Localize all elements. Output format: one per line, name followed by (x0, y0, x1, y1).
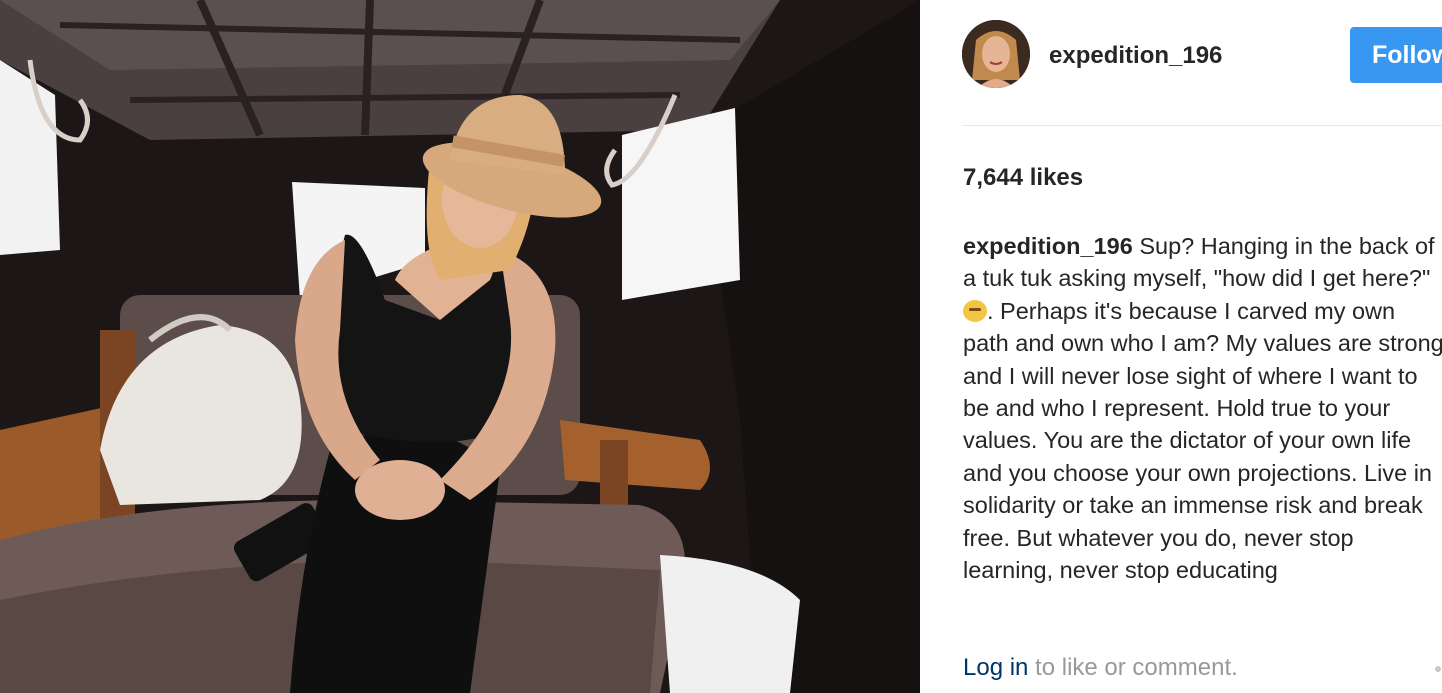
post-header: expedition_196 Follow (962, 20, 1442, 90)
post-username[interactable]: expedition_196 (1049, 42, 1222, 70)
post-photo[interactable] (0, 0, 920, 693)
login-prompt-suffix: to like or comment. (1028, 654, 1238, 681)
more-options-icon[interactable] (1435, 666, 1441, 672)
login-prompt: Log in to like or comment. (963, 654, 1238, 682)
likes-count[interactable]: 7,644 likes (963, 164, 1083, 192)
follow-button[interactable]: Follow (1350, 27, 1442, 83)
thinking-face-icon (963, 299, 987, 322)
post-caption: expedition_196 Sup? Hanging in the back … (963, 230, 1442, 608)
avatar[interactable] (962, 20, 1030, 88)
login-link[interactable]: Log in (963, 654, 1028, 681)
post-side-panel: expedition_196 Follow 7,644 likes expedi… (920, 0, 1442, 693)
caption-text-part2: . Perhaps it's because I carved my own p… (963, 297, 1442, 584)
caption-username[interactable]: expedition_196 (963, 233, 1133, 259)
divider (962, 125, 1442, 126)
